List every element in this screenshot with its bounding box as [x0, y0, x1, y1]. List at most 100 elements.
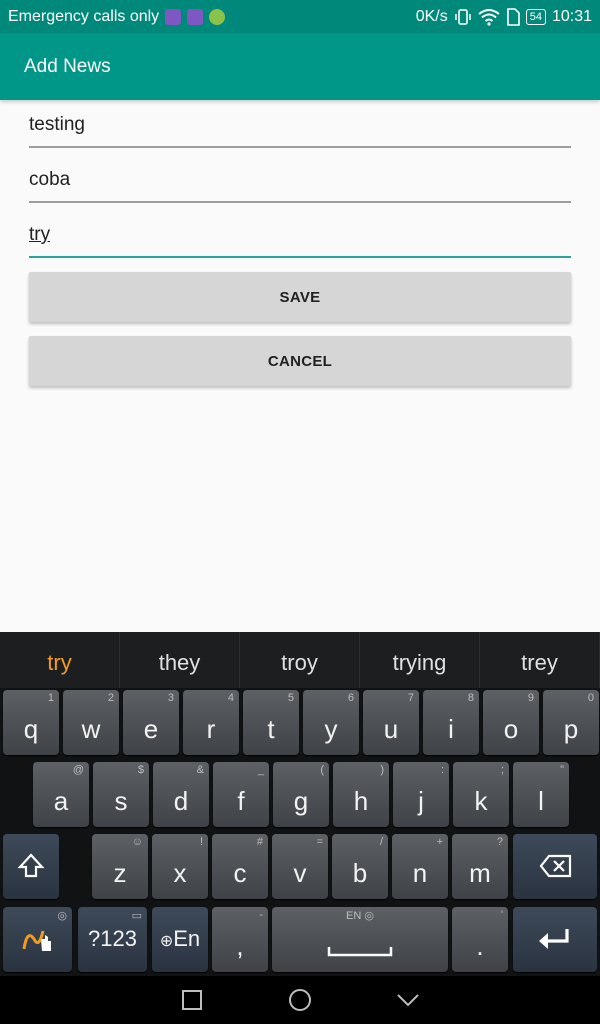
key-label: v: [293, 858, 307, 888]
key-i[interactable]: i8: [423, 690, 479, 755]
enter-key[interactable]: [513, 907, 597, 972]
key-l[interactable]: l ": [513, 762, 569, 827]
app-bar: Add News: [0, 33, 600, 100]
key-hint: _: [257, 764, 264, 776]
key-hint: 1: [47, 692, 54, 704]
key-x[interactable]: x!: [152, 834, 208, 899]
content-input[interactable]: [29, 163, 571, 197]
key-label: r: [206, 714, 216, 744]
key-hint: ": [560, 764, 564, 776]
key-q[interactable]: q1: [3, 690, 59, 755]
key-o[interactable]: o9: [483, 690, 539, 755]
clock: 10:31: [551, 7, 592, 25]
key-f[interactable]: f _: [213, 762, 269, 827]
key-hint: (: [320, 764, 324, 776]
key-r[interactable]: r4: [183, 690, 239, 755]
key-label: w: [81, 714, 101, 744]
carrier-text: Emergency calls only: [8, 7, 160, 25]
key-label: n: [412, 858, 428, 888]
key-label: u: [383, 714, 399, 744]
key-w[interactable]: w2: [63, 690, 119, 755]
key-label: k: [474, 786, 488, 816]
key-label: s: [114, 786, 128, 816]
comma-key[interactable]: , -: [212, 907, 268, 972]
key-t[interactable]: t5: [243, 690, 299, 755]
back-icon[interactable]: [396, 988, 420, 1012]
key-label: x: [173, 858, 187, 888]
key-y[interactable]: y6: [303, 690, 359, 755]
language-key[interactable]: ⊕En: [152, 907, 208, 972]
suggestion-item[interactable]: they: [120, 632, 240, 688]
key-v[interactable]: v =: [272, 834, 328, 899]
swype-key[interactable]: ◎: [3, 907, 72, 972]
suggestion-item[interactable]: trying: [360, 632, 480, 688]
wifi-icon: [478, 8, 500, 26]
cancel-button[interactable]: CANCEL: [29, 336, 571, 386]
home-icon[interactable]: [288, 988, 312, 1012]
key-label: c: [233, 858, 247, 888]
suggestion-item[interactable]: try: [0, 632, 120, 688]
key-hint: #: [256, 836, 263, 848]
key-hint: ): [380, 764, 384, 776]
key-label: m: [469, 858, 491, 888]
space-key[interactable]: EN ◎: [272, 907, 448, 972]
key-hint: 3: [167, 692, 174, 704]
key-label: d: [173, 786, 189, 816]
vibrate-icon: [454, 8, 471, 25]
key-m[interactable]: m?: [452, 834, 508, 899]
key-g[interactable]: g(: [273, 762, 329, 827]
key-hint: 5: [287, 692, 294, 704]
key-d[interactable]: d &: [153, 762, 209, 827]
content-field[interactable]: [29, 163, 571, 203]
swype-icon: [22, 930, 51, 951]
key-label: z: [113, 858, 127, 888]
navigation-bar: [0, 976, 600, 1024]
key-k[interactable]: k;: [453, 762, 509, 827]
language-label: ⊕En: [159, 926, 201, 951]
key-c[interactable]: c #: [212, 834, 268, 899]
key-hint: ☺: [131, 836, 143, 848]
key-j[interactable]: j:: [393, 762, 449, 827]
shift-key[interactable]: [3, 834, 59, 899]
key-label: q: [23, 714, 39, 744]
title-input[interactable]: [29, 108, 571, 142]
key-hint: =: [316, 836, 323, 848]
key-e[interactable]: e3: [123, 690, 179, 755]
sim-icon: [506, 7, 520, 26]
backspace-icon: [539, 854, 572, 878]
key-b[interactable]: b /: [332, 834, 388, 899]
key-label: j: [418, 786, 424, 816]
recent-apps-icon[interactable]: [180, 988, 204, 1012]
status-bar: Emergency calls only 0K/s 54 10:31: [0, 0, 600, 33]
key-label: p: [563, 714, 579, 744]
suggestion-item[interactable]: troy: [240, 632, 360, 688]
key-hint: @: [72, 764, 84, 776]
key-h[interactable]: h): [333, 762, 389, 827]
clipboard-hint-icon: ▭: [131, 910, 142, 922]
period-key[interactable]: . ': [452, 907, 508, 972]
key-u[interactable]: u7: [363, 690, 419, 755]
key-p[interactable]: p0: [543, 690, 599, 755]
backspace-key[interactable]: [513, 834, 597, 899]
enter-icon: [539, 929, 569, 949]
period-label: .: [476, 931, 484, 961]
key-a[interactable]: a @: [33, 762, 89, 827]
key-n[interactable]: n +: [392, 834, 448, 899]
key-z[interactable]: z ☺: [92, 834, 148, 899]
key-s[interactable]: s $: [93, 762, 149, 827]
key-hint: /: [379, 836, 383, 848]
third-input[interactable]: [29, 218, 571, 252]
period-hint: ': [500, 909, 503, 921]
key-label: h: [353, 786, 369, 816]
key-label: y: [324, 714, 338, 744]
key-label: l: [538, 786, 544, 816]
title-field[interactable]: [29, 108, 571, 148]
comma-label: ,: [236, 931, 244, 961]
comma-hint: -: [259, 909, 263, 921]
save-button[interactable]: SAVE: [29, 272, 571, 322]
key-hint: :: [440, 764, 444, 776]
suggestion-item[interactable]: trey: [480, 632, 600, 688]
symbols-key[interactable]: ?123 ▭: [78, 907, 147, 972]
third-field[interactable]: [29, 218, 571, 258]
key-hint: $: [137, 764, 144, 776]
